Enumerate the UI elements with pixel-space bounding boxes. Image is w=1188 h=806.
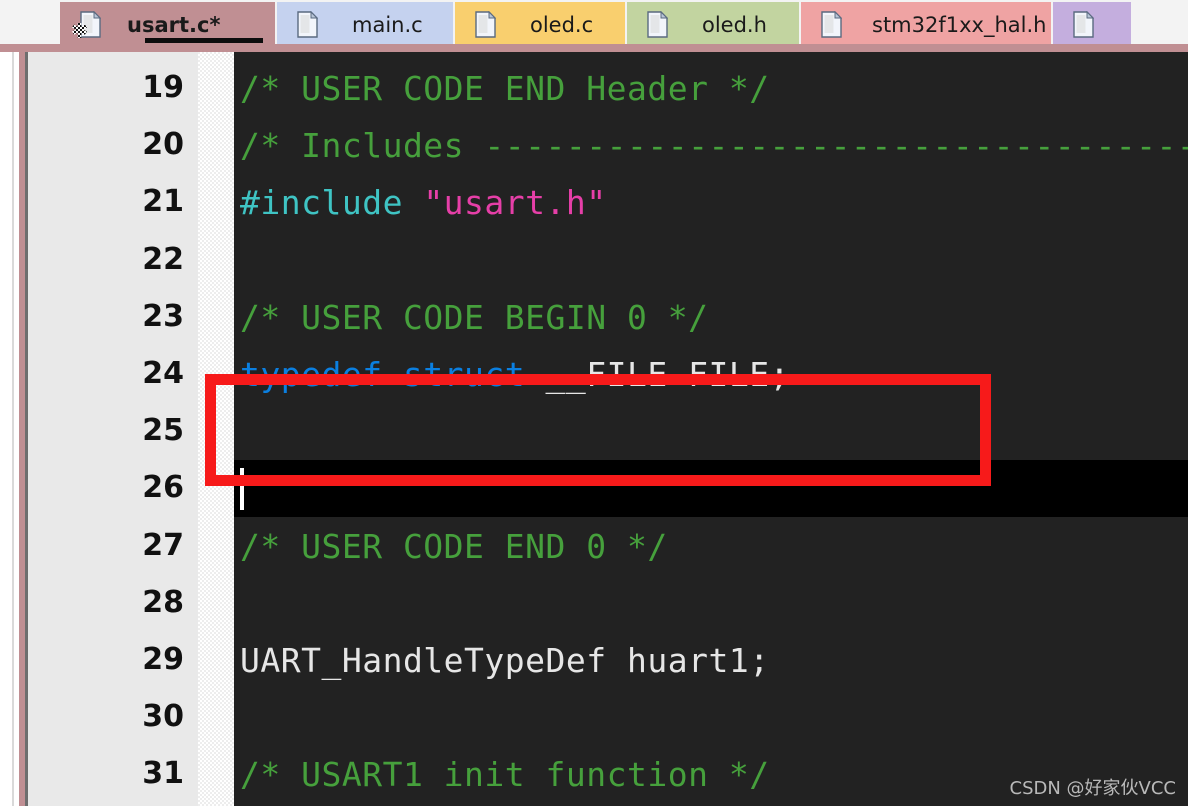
tab-label: stm32f1xx_hal.h <box>872 12 1047 37</box>
code-line[interactable]: /* Includes ----------------------------… <box>234 117 1188 174</box>
code-line[interactable]: /* USER CODE END 0 */ <box>234 518 1188 575</box>
code-token: /* USART1 init function */ <box>240 755 770 795</box>
watermark: CSDN @好家伙VCC <box>1009 778 1177 799</box>
file-icon <box>821 11 842 38</box>
line-number: 24 <box>142 356 184 391</box>
file-icon <box>1073 11 1094 38</box>
tab-extra[interactable] <box>1053 2 1131 47</box>
line-number: 21 <box>142 184 184 220</box>
file-icon <box>475 11 496 38</box>
tab-label: main.c <box>352 12 423 37</box>
code-token: /* USER CODE END 0 */ <box>240 526 668 566</box>
line-number: 25 <box>142 413 184 449</box>
line-number: 30 <box>142 699 184 735</box>
file-icon <box>647 11 668 38</box>
active-tab-underline <box>145 38 263 43</box>
tab-label: oled.h <box>702 12 767 37</box>
folding-margin[interactable] <box>198 52 234 806</box>
code-token: /* Includes ----------------------------… <box>240 126 1188 166</box>
text-cursor <box>240 468 244 511</box>
line-number: 27 <box>142 527 184 563</box>
line-number: 20 <box>142 127 184 163</box>
code-line[interactable]: #include "usart.h" <box>234 174 1188 231</box>
code-line[interactable] <box>234 232 1188 289</box>
editor-pane: 19 20 21 22 23 24 25 26 27 28 29 30 31 /* USER CODE … <box>0 52 1188 806</box>
tab-oled-h[interactable]: oled.h <box>627 2 799 47</box>
tab-usart-c[interactable]: usart.c* <box>60 2 275 47</box>
code-text-area[interactable]: /* USER CODE END Header */ /* Includes --… <box>234 52 1188 806</box>
tab-main-c[interactable]: main.c <box>277 2 453 47</box>
line-number: 29 <box>142 642 184 677</box>
tab-stm32f1xx-hal-h[interactable]: stm32f1xx_hal.h <box>801 2 1051 47</box>
code-token: __FILE FILE; <box>545 355 790 394</box>
line-number: 31 <box>142 756 184 792</box>
code-line[interactable]: /* USER CODE END Header */ <box>234 60 1188 117</box>
editor-tab-bar: usart.c* main.c oled.c oled.h stm32f1xx_hal.… <box>0 0 1188 52</box>
code-line[interactable]: /* USER CODE BEGIN 0 */ <box>234 289 1188 346</box>
rail-divider <box>12 52 14 806</box>
line-number: 19 <box>142 70 184 105</box>
line-number-gutter[interactable]: 19 20 21 22 23 24 25 26 27 28 29 30 31 <box>28 52 198 806</box>
tab-label: usart.c* <box>127 12 221 37</box>
code-token: /* USER CODE BEGIN 0 */ <box>240 297 709 337</box>
code-token: #include <box>240 183 424 223</box>
code-editor-window: usart.c* main.c oled.c oled.h stm32f1xx_hal.… <box>0 0 1188 806</box>
tab-label: oled.c <box>530 12 594 37</box>
code-line[interactable] <box>234 689 1188 746</box>
code-line[interactable] <box>234 460 1188 518</box>
file-icon <box>297 11 318 38</box>
code-token: /* USER CODE END Header */ <box>240 69 770 108</box>
line-number: 22 <box>142 241 184 277</box>
code-token: "usart.h" <box>423 183 607 223</box>
active-tab-strip <box>0 44 1188 52</box>
editor-left-rail <box>0 52 19 806</box>
code-token: typedef struct <box>240 355 546 394</box>
code-token: UART_HandleTypeDef huart1; <box>240 641 770 680</box>
code-line[interactable]: UART_HandleTypeDef huart1; <box>234 632 1188 689</box>
code-line[interactable] <box>234 403 1188 460</box>
file-icon <box>72 11 101 38</box>
line-number: 23 <box>142 298 184 334</box>
line-number: 26 <box>142 470 184 506</box>
line-number: 28 <box>142 584 184 620</box>
code-line[interactable]: typedef struct __FILE FILE; <box>234 346 1188 403</box>
tab-oled-c[interactable]: oled.c <box>455 2 625 47</box>
code-line[interactable] <box>234 575 1188 632</box>
